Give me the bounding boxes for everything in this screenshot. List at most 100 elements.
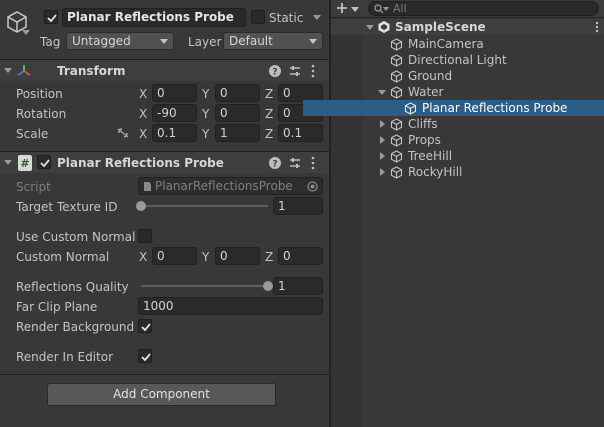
scale-label: Scale [16,127,49,141]
hierarchy-item-label: Directional Light [408,53,507,67]
reflections-quality-field[interactable]: 1 [273,277,323,295]
props-foldout-arrow[interactable] [380,136,385,144]
hierarchy-item-planar-reflections-probe[interactable]: Planar Reflections Probe [303,100,604,116]
kebab-menu-icon[interactable] [310,156,316,170]
help-icon[interactable]: ? [268,64,282,78]
script-file-icon [144,182,151,191]
add-component-button[interactable]: Add Component [47,383,276,406]
use-custom-normal-checkbox[interactable] [138,229,152,243]
hierarchy-item-props[interactable]: Props [331,132,604,148]
tag-label: Tag [40,35,61,49]
object-name-field[interactable]: Planar Reflections Probe [62,8,246,27]
position-y-label: Y [202,87,210,101]
custom-normal-x-field[interactable]: 0 [152,247,197,265]
object-picker-icon[interactable] [307,181,318,192]
rotation-y-field[interactable]: 0 [215,104,260,122]
scene-foldout-arrow[interactable] [366,25,374,30]
probe-title: Planar Reflections Probe [57,156,224,170]
target-texture-id-slider-track[interactable] [141,205,268,207]
hierarchy-item-label: TreeHill [408,149,453,163]
constrain-proportions-icon[interactable] [116,127,130,139]
position-x-label: X [139,87,148,101]
rotation-y-label: Y [202,107,210,121]
gameobject-cube-icon [390,166,403,179]
scale-x-field[interactable]: 0.1 [152,124,197,142]
custom-normal-y-field[interactable]: 0 [215,247,260,265]
probe-component-header[interactable]: # Planar Reflections Probe ? [0,151,330,173]
active-checkbox[interactable] [44,10,58,24]
reflections-quality-label: Reflections Quality [16,280,129,294]
far-clip-plane-label: Far Clip Plane [16,300,98,314]
render-in-editor-checkbox[interactable] [138,349,152,363]
tag-dropdown[interactable]: Untagged [66,32,174,50]
position-x-field[interactable]: 0 [152,84,197,102]
gameobject-cube-icon [390,150,403,163]
rockyhill-foldout-arrow[interactable] [380,168,385,176]
scale-y-label: Y [202,127,210,141]
position-y-field[interactable]: 0 [215,84,260,102]
scene-row[interactable]: SampleScene [331,19,604,35]
layer-dropdown[interactable]: Default [223,32,323,50]
unity-scene-icon [378,21,390,33]
transform-axes-icon [16,63,32,79]
static-checkbox[interactable] [251,10,265,24]
position-z-label: Z [265,87,274,101]
scale-y-field[interactable]: 1 [215,124,260,142]
scene-kebab-icon[interactable] [595,20,599,34]
gameobject-cube-icon [390,118,403,131]
transform-foldout-arrow[interactable] [4,68,12,73]
script-value: PlanarReflectionsProbe [155,179,293,193]
treehill-foldout-arrow[interactable] [380,152,385,160]
hierarchy-item-rockyhill[interactable]: RockyHill [331,164,604,180]
icon-dropdown-arrow[interactable] [22,30,30,35]
reflections-quality-slider-track[interactable] [141,285,268,287]
hierarchy-item-label: Water [408,85,444,99]
hierarchy-item-label: Cliffs [408,117,438,131]
rotation-z-label: Z [265,107,274,121]
hierarchy-item-cliffs[interactable]: Cliffs [331,116,604,132]
tag-value: Untagged [72,34,131,48]
water-foldout-arrow[interactable] [378,90,386,95]
hierarchy-item-maincamera[interactable]: MainCamera [331,36,604,52]
position-label: Position [16,87,63,101]
gameobject-cube-icon [390,70,403,83]
search-input[interactable]: All [368,1,599,16]
cliffs-foldout-arrow[interactable] [380,120,385,128]
scene-name: SampleScene [395,20,486,34]
svg-text:?: ? [272,160,277,170]
hierarchy-item-directional-light[interactable]: Directional Light [331,52,604,68]
reflections-quality-slider-knob[interactable] [263,281,273,291]
static-label: Static [269,11,304,25]
presets-icon[interactable] [288,64,302,78]
target-texture-id-field[interactable]: 1 [273,197,323,215]
hierarchy-item-label: Props [408,133,441,147]
gameobject-cube-icon [390,86,403,99]
search-placeholder: All [393,2,407,15]
help-icon[interactable]: ? [268,156,282,170]
svg-text:#: # [20,157,29,170]
custom-normal-label: Custom Normal [16,250,110,264]
scale-x-label: X [139,127,148,141]
create-button[interactable] [335,0,361,17]
far-clip-plane-field[interactable]: 1000 [138,297,323,315]
kebab-menu-icon[interactable] [310,64,316,78]
probe-foldout-arrow[interactable] [4,160,12,165]
static-dropdown-arrow[interactable] [313,15,321,20]
gameobject-cube-icon [390,38,403,51]
transform-header[interactable]: Transform ? [0,59,330,81]
scale-z-label: Z [265,127,274,141]
hierarchy-item-treehill[interactable]: TreeHill [331,148,604,164]
script-field[interactable]: PlanarReflectionsProbe [138,177,323,195]
presets-icon[interactable] [288,156,302,170]
custom-normal-z-field[interactable]: 0 [278,247,323,265]
render-background-checkbox[interactable] [138,319,152,333]
target-texture-id-slider-knob[interactable] [136,201,146,211]
hierarchy-item-water[interactable]: Water [331,84,604,100]
custom-normal-z-label: Z [265,250,274,264]
probe-enabled-checkbox[interactable] [37,155,51,169]
use-custom-normal-label: Use Custom Normal [16,230,136,244]
hierarchy-item-ground[interactable]: Ground [331,68,604,84]
hierarchy-item-label: RockyHill [408,165,463,179]
scale-z-field[interactable]: 0.1 [278,124,323,142]
rotation-x-field[interactable]: -90 [152,104,197,122]
